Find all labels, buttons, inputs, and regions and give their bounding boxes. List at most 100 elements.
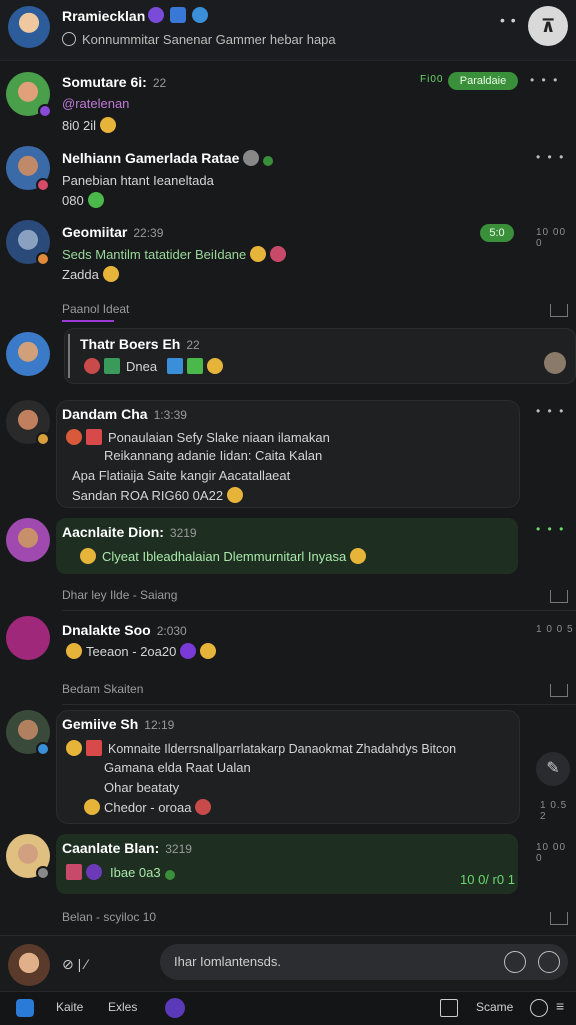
- emoji-icon: [187, 358, 204, 374]
- avatar[interactable]: [6, 332, 50, 376]
- message-author[interactable]: Aacnlaite Dion: 3219: [62, 524, 197, 540]
- emoji-icon: [87, 192, 104, 208]
- message-text: Teeaon - 2oa20: [62, 643, 217, 659]
- message-author[interactable]: Nelhiann Gamerlada Ratae: [62, 150, 274, 166]
- message-text: Dnea: [80, 358, 224, 374]
- emoji-icon: [180, 643, 197, 659]
- message-input[interactable]: Ihar Iomlantensds.: [160, 944, 568, 980]
- group-avatar[interactable]: [8, 6, 50, 48]
- emoji-icon: [84, 799, 100, 815]
- nav-item-scame[interactable]: Scame: [476, 1000, 513, 1014]
- message-stamp: 10 0/ r0 1: [460, 872, 515, 887]
- message-text: Zadda: [62, 266, 119, 282]
- attach-icon[interactable]: [504, 951, 526, 973]
- message-author[interactable]: Gemiive Sh 12:19: [62, 716, 174, 732]
- status-dot-icon: [36, 432, 50, 446]
- edit-icon[interactable]: ✎: [536, 752, 570, 786]
- message-text: Komnaite Ilderrsnallparrlatakarp Danaokm…: [62, 740, 456, 756]
- message-author[interactable]: Somutare 6i: 22: [62, 74, 166, 90]
- nav-item-kaite[interactable]: Kaite: [56, 1000, 83, 1014]
- window-icon[interactable]: [440, 999, 458, 1017]
- message-prefix: Fi00: [420, 74, 444, 85]
- input-placeholder: Ihar Iomlantensds.: [174, 954, 281, 969]
- message-author[interactable]: Geomiitar 22:39: [62, 224, 163, 240]
- user-avatar[interactable]: [8, 944, 50, 986]
- nav-item-exles[interactable]: Exles: [108, 1000, 137, 1014]
- header-subtitle: Konnummitar Sanenar Gammer hebar hapa: [62, 32, 336, 47]
- emoji-icon: [84, 358, 100, 374]
- emoji-icon: [207, 358, 224, 374]
- header-subtitle-text: Konnummitar Sanenar Gammer hebar hapa: [82, 32, 336, 47]
- message-item[interactable]: Nelhiann Gamerlada Ratae Panebian htant …: [0, 144, 576, 214]
- badge-icon: [243, 150, 260, 166]
- more-options-icon[interactable]: • • •: [536, 404, 565, 418]
- section-label: Belan - scyiloc 10: [62, 910, 157, 924]
- star-icon: [192, 7, 208, 23]
- message-author[interactable]: Dandam Cha 1:3:39: [62, 406, 187, 422]
- message-item[interactable]: Dandam Cha 1:3:39 Ponaulaian Sefy Slake n…: [0, 398, 576, 510]
- message-item[interactable]: Geomiitar 22:39 Seds Mantilm tatatider Be…: [0, 218, 576, 288]
- header-action-button[interactable]: ⊼: [528, 6, 568, 46]
- emoji-icon: [99, 117, 116, 133]
- emoji-icon: [227, 487, 244, 503]
- author-meta: 22: [186, 338, 200, 352]
- status-dot-icon: [38, 104, 52, 118]
- message-item[interactable]: Thatr Boers Eh 22 Dnea: [0, 326, 576, 388]
- reply-icon[interactable]: [550, 590, 568, 603]
- message-handle[interactable]: @ratelenan: [62, 96, 129, 111]
- message-text: Gamana elda Raat Ualan: [104, 760, 251, 775]
- status-dot-icon: [36, 178, 50, 192]
- more-options-icon[interactable]: • • •: [536, 150, 565, 164]
- author-name: Geomiitar: [62, 224, 128, 240]
- timestamp: 10 00 0: [536, 227, 567, 249]
- status-dot-icon: [36, 866, 50, 880]
- emoji-icon: [167, 358, 184, 374]
- status-pill[interactable]: Paraldaie: [448, 72, 518, 90]
- home-icon[interactable]: [16, 999, 34, 1017]
- message-item[interactable]: Somutare 6i: 22 @ratelenan 8i0 2il Fi00 P…: [0, 70, 576, 140]
- more-options-icon[interactable]: • • •: [530, 73, 559, 87]
- author-name: Thatr Boers Eh: [80, 336, 181, 352]
- emoji-icon: [250, 246, 267, 262]
- emoji-icon: [102, 266, 119, 282]
- emoji-icon: [195, 799, 212, 815]
- message-item[interactable]: Gemiive Sh 12:19 Komnaite Ilderrsnallparr…: [0, 708, 576, 826]
- message-text: Clyeat Ibleadhalaian Dlemmurnitarl Inyas…: [76, 548, 367, 564]
- composer-tools[interactable]: ⊘ | ⁄: [62, 956, 87, 973]
- reply-icon[interactable]: [550, 684, 568, 697]
- message-text: Chedor - oroaa: [80, 799, 212, 815]
- clock-icon[interactable]: [530, 999, 548, 1017]
- message-author[interactable]: Dnalakte Soo 2:030: [62, 622, 187, 638]
- message-text: Seds Mantilm tatatider BeiIdane: [62, 246, 287, 262]
- message-line: Zadda: [62, 267, 99, 282]
- message-item[interactable]: Aacnlaite Dion: 3219 Clyeat Ibleadhalaian…: [0, 516, 576, 578]
- profile-icon[interactable]: [165, 998, 185, 1018]
- mini-avatar[interactable]: [544, 352, 566, 374]
- message-item[interactable]: Caanlate Blan: 3219 Ibae 0a3 10 0/ r0 1 1…: [0, 832, 576, 896]
- quote-bar: [68, 334, 70, 378]
- reply-icon[interactable]: [550, 912, 568, 925]
- emoji-icon: [86, 864, 102, 880]
- message-line: 080: [62, 193, 84, 208]
- status-pill[interactable]: 5:0: [480, 224, 514, 242]
- status-dot-icon: [36, 252, 50, 266]
- bottom-nav: Kaite Exles Scame ≡: [0, 991, 576, 1025]
- page-title: Rramiecklan: [62, 8, 146, 24]
- message-line: Ponaulaian Sefy Slake niaan ilamakan: [108, 430, 330, 445]
- message-author[interactable]: Thatr Boers Eh 22: [80, 336, 200, 352]
- author-meta: 12:19: [144, 718, 175, 732]
- emoji-picker-icon[interactable]: [538, 951, 560, 973]
- section-underline: [62, 320, 114, 322]
- reply-icon[interactable]: [550, 304, 568, 317]
- author-meta: 3219: [169, 526, 197, 540]
- timestamp: 1 0.5 2: [540, 800, 568, 822]
- divider: [62, 610, 576, 611]
- more-options-icon[interactable]: • •: [500, 12, 517, 28]
- more-icon[interactable]: ≡: [556, 998, 564, 1014]
- message-author[interactable]: Caanlate Blan: 3219: [62, 840, 192, 856]
- more-options-icon[interactable]: • • •: [536, 522, 565, 536]
- avatar[interactable]: [6, 518, 50, 562]
- section-label: Dhar ley Ilde - Saiang: [62, 588, 178, 602]
- avatar[interactable]: [6, 616, 50, 660]
- message-item[interactable]: Dnalakte Soo 2:030 Teeaon - 2oa20 1 0 0 5: [0, 614, 576, 670]
